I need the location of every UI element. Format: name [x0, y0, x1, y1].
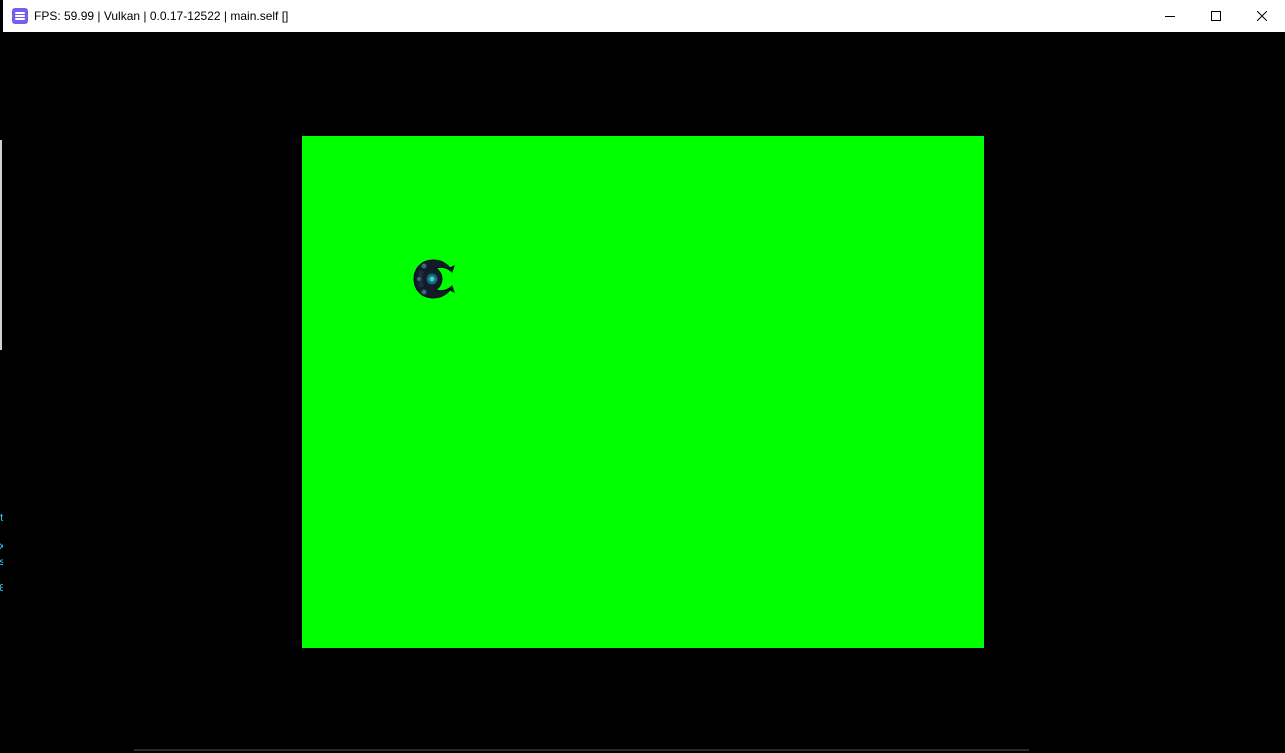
game-viewport[interactable]	[3, 32, 1285, 753]
app-window: FPS: 59.99 | Vulkan | 0.0.17-12522 | mai…	[0, 0, 1285, 753]
close-icon	[1257, 11, 1267, 21]
minimize-icon	[1165, 16, 1175, 17]
window-title: FPS: 59.99 | Vulkan | 0.0.17-12522 | mai…	[34, 9, 289, 23]
window-controls	[1147, 0, 1285, 32]
maximize-button[interactable]	[1193, 0, 1239, 32]
minimize-button[interactable]	[1147, 0, 1193, 32]
taskbar-edge	[134, 749, 1029, 751]
title-bar[interactable]: FPS: 59.99 | Vulkan | 0.0.17-12522 | mai…	[3, 0, 1285, 32]
close-button[interactable]	[1239, 0, 1285, 32]
playfield[interactable]	[302, 136, 984, 648]
player-ship-icon	[413, 259, 455, 299]
maximize-icon	[1211, 11, 1221, 21]
background-window-strip	[0, 140, 2, 350]
app-icon	[12, 8, 28, 24]
